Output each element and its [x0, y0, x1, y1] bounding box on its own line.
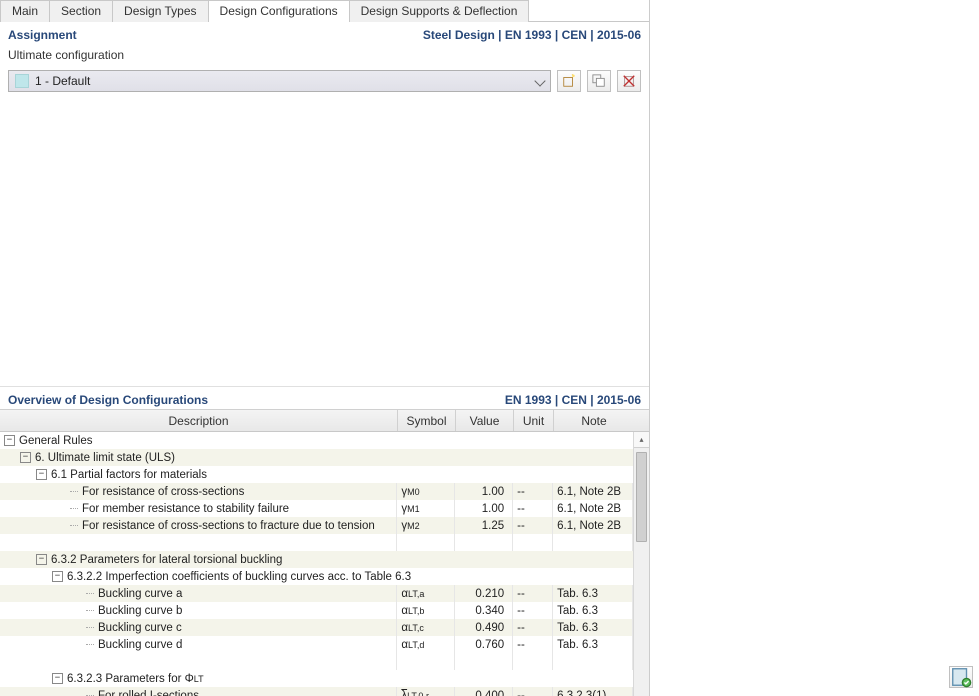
tree-toggle[interactable]: −: [4, 435, 15, 446]
table-row[interactable]: Buckling curve b αLT,b 0.340--Tab. 6.3: [0, 602, 633, 619]
ult-config-label: Ultimate configuration: [0, 44, 649, 66]
tree-row[interactable]: − 6.3.2.2 Imperfection coefficients of b…: [0, 568, 633, 585]
tree-toggle[interactable]: −: [20, 452, 31, 463]
table-row[interactable]: For rolled I-sections λLT,0,r 0.400--6.3…: [0, 687, 633, 696]
assignment-title: Assignment: [8, 28, 77, 42]
blank-row: [0, 534, 633, 551]
apply-button[interactable]: [949, 666, 973, 688]
right-panel: [650, 0, 979, 696]
tree-toggle[interactable]: −: [36, 469, 47, 480]
tree-row[interactable]: − 6.3.2 Parameters for lateral torsional…: [0, 551, 633, 568]
col-unit[interactable]: Unit: [514, 410, 554, 431]
grid-body[interactable]: − General Rules − 6. Ultimate limit stat…: [0, 432, 649, 696]
col-symbol[interactable]: Symbol: [398, 410, 456, 431]
col-note[interactable]: Note: [554, 410, 634, 431]
assignment-subtitle: Steel Design | EN 1993 | CEN | 2015-06: [423, 28, 641, 42]
table-row[interactable]: For member resistance to stability failu…: [0, 500, 633, 517]
table-row[interactable]: For resistance of cross-sections to frac…: [0, 517, 633, 534]
duplicate-config-button[interactable]: [587, 70, 611, 92]
overview-subtitle: EN 1993 | CEN | 2015-06: [505, 393, 641, 407]
blank-row: [0, 653, 633, 670]
config-dropdown-value: 1 - Default: [35, 74, 90, 88]
table-row[interactable]: For resistance of cross-sections γM0 1.0…: [0, 483, 633, 500]
grid-header: Description Symbol Value Unit Note: [0, 410, 649, 432]
duplicate-icon: [592, 74, 606, 88]
scroll-up-icon[interactable]: ▴: [634, 432, 649, 448]
tree-toggle[interactable]: −: [52, 571, 63, 582]
tab-design-types[interactable]: Design Types: [112, 0, 209, 22]
tab-design-supports[interactable]: Design Supports & Deflection: [349, 0, 530, 22]
config-dropdown[interactable]: 1 - Default: [8, 70, 551, 92]
tree-row[interactable]: − 6.3.2.3 Parameters for ΦLT: [0, 670, 633, 687]
vertical-scrollbar[interactable]: ▴: [633, 432, 649, 696]
table-row[interactable]: Buckling curve d αLT,d 0.760--Tab. 6.3: [0, 636, 633, 653]
config-color-swatch: [15, 74, 29, 88]
tab-section[interactable]: Section: [49, 0, 113, 22]
delete-config-button[interactable]: [617, 70, 641, 92]
new-config-button[interactable]: [557, 70, 581, 92]
tree-toggle[interactable]: −: [52, 673, 63, 684]
tree-toggle[interactable]: −: [36, 554, 47, 565]
new-icon: [562, 74, 576, 88]
tab-design-configurations[interactable]: Design Configurations: [208, 0, 350, 22]
tree-row[interactable]: − General Rules: [0, 432, 633, 449]
scrollbar-thumb[interactable]: [636, 452, 647, 542]
col-value[interactable]: Value: [456, 410, 514, 431]
col-description[interactable]: Description: [0, 410, 398, 431]
apply-icon: [950, 666, 972, 688]
table-row[interactable]: Buckling curve a αLT,a 0.210--Tab. 6.3: [0, 585, 633, 602]
delete-icon: [622, 74, 636, 88]
tree-row[interactable]: − 6. Ultimate limit state (ULS): [0, 449, 633, 466]
table-row[interactable]: Buckling curve c αLT,c 0.490--Tab. 6.3: [0, 619, 633, 636]
overview-title: Overview of Design Configurations: [8, 393, 208, 407]
tree-row[interactable]: − 6.1 Partial factors for materials: [0, 466, 633, 483]
chevron-down-icon: [534, 75, 545, 86]
tabs-bar: Main Section Design Types Design Configu…: [0, 0, 649, 22]
tab-main[interactable]: Main: [0, 0, 50, 22]
